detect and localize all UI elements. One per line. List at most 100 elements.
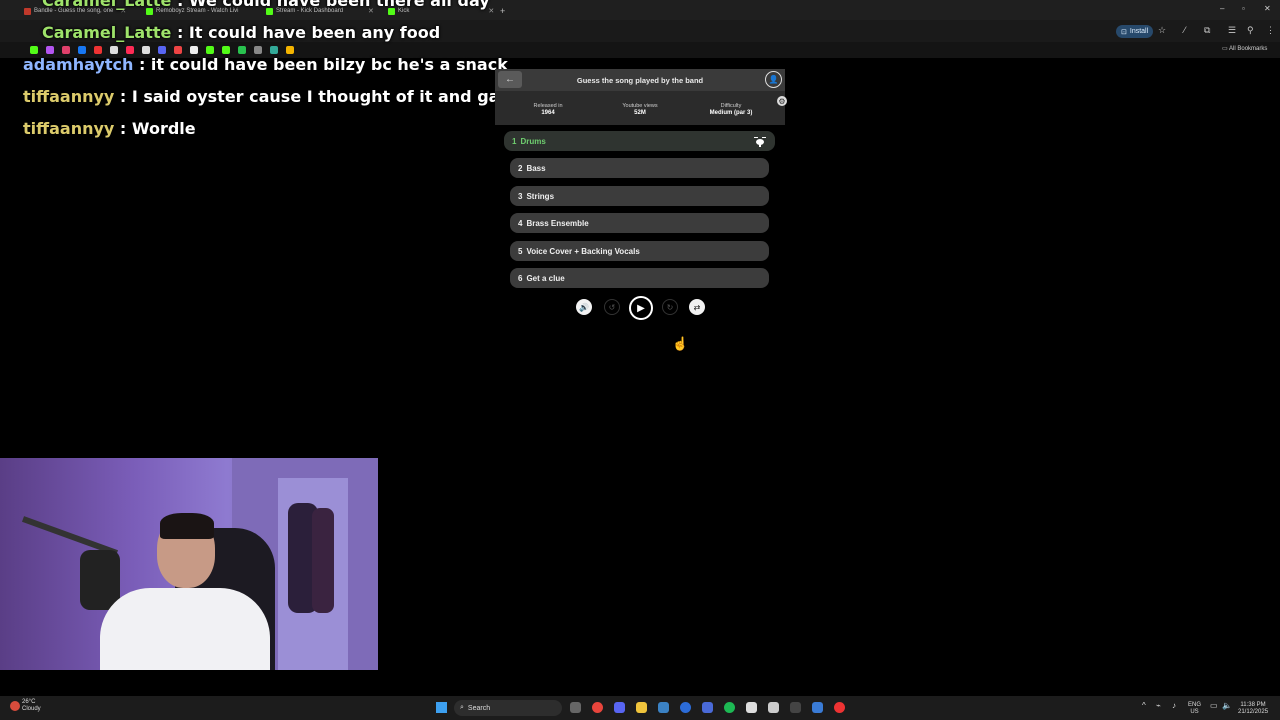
app-icon[interactable] xyxy=(834,702,845,713)
back-button[interactable]: ← xyxy=(498,71,522,88)
bookmark-sheets-icon[interactable] xyxy=(238,46,246,54)
webcam-coat xyxy=(312,508,334,613)
track-vocals[interactable]: 5 Voice Cover + Backing Vocals xyxy=(510,241,769,261)
track-drums[interactable]: 1 Drums xyxy=(504,131,775,151)
all-bookmarks[interactable]: ▭ All Bookmarks xyxy=(1222,45,1267,52)
drum-kit-icon xyxy=(754,137,766,147)
network-icon[interactable]: ▭ xyxy=(1210,702,1218,710)
close-window-icon[interactable]: ✕ xyxy=(1264,4,1271,13)
puzzle-icon[interactable]: ⧉ xyxy=(1204,25,1210,36)
edge-icon[interactable] xyxy=(680,702,691,713)
chat-username: Caramel_Latte xyxy=(42,23,172,42)
bookmark-red-icon[interactable] xyxy=(174,46,182,54)
track-bass[interactable]: 2 Bass xyxy=(510,158,769,178)
webcam-microphone xyxy=(80,550,120,610)
webcam-person-hair xyxy=(160,513,214,539)
track-label: Get a clue xyxy=(526,273,565,283)
system-clock[interactable]: 11:38 PM 21/12/2025 xyxy=(1238,702,1268,716)
bookmark-x-icon[interactable] xyxy=(110,46,118,54)
bookmark-kick-icon[interactable] xyxy=(30,46,38,54)
taskbar-search[interactable]: ⌕ Search xyxy=(454,700,562,716)
stat-label: Released in xyxy=(533,103,563,109)
stat-value: 1964 xyxy=(541,110,555,116)
chat-message: Caramel_Latte : It could have been any f… xyxy=(42,23,440,42)
install-button[interactable]: ⊡ Install xyxy=(1116,25,1154,38)
track-label: Strings xyxy=(526,191,555,201)
chat-username: Caramel_Latte xyxy=(42,0,172,10)
play-button-icon[interactable]: ▶ xyxy=(629,296,653,320)
extension-icon[interactable]: ⁄ xyxy=(1184,25,1186,35)
rewind-button-icon[interactable]: ↺ xyxy=(604,299,620,315)
stat-difficulty: Difficulty Medium (par 3) xyxy=(691,103,771,117)
chat-text: : Wordle xyxy=(114,119,196,138)
file-explorer-icon[interactable] xyxy=(636,702,647,713)
app-icon[interactable] xyxy=(768,702,779,713)
bandle-favicon-icon xyxy=(24,7,31,15)
weather-desc: Cloudy xyxy=(22,706,41,712)
track-strings[interactable]: 3 Strings xyxy=(510,186,769,206)
bookmark-youtube-icon[interactable] xyxy=(94,46,102,54)
app-icon[interactable] xyxy=(812,702,823,713)
forward-button-icon[interactable]: ↻ xyxy=(662,299,678,315)
settings-gear-icon[interactable]: ⚙ xyxy=(777,96,787,106)
tray-chevron-icon[interactable]: ^ xyxy=(1142,702,1146,710)
bookmark-kick-icon[interactable] xyxy=(206,46,214,54)
track-number: 4 xyxy=(518,218,523,228)
track-number: 3 xyxy=(518,191,523,201)
bookmark-green-icon[interactable] xyxy=(270,46,278,54)
bookmark-tiktok-icon[interactable] xyxy=(126,46,134,54)
game-title: Guess the song played by the band xyxy=(495,69,785,91)
all-bookmarks-label: All Bookmarks xyxy=(1229,46,1268,52)
task-view-icon[interactable] xyxy=(570,702,581,713)
chat-text: : It could have been any food xyxy=(171,23,441,42)
lang-bottom: US xyxy=(1190,709,1199,715)
bookmark-instagram-icon[interactable] xyxy=(62,46,70,54)
volume-button-icon[interactable]: 🔊 xyxy=(576,299,592,315)
bookmark-twitch-icon[interactable] xyxy=(46,46,54,54)
bookmark-kick-icon[interactable] xyxy=(222,46,230,54)
chrome-icon[interactable] xyxy=(592,702,603,713)
bandle-game-header: Guess the song played by the band ← 👤 Re… xyxy=(495,69,785,125)
profile-icon[interactable]: ⚲ xyxy=(1247,25,1254,36)
star-icon[interactable]: ☆ xyxy=(1158,25,1166,36)
new-tab-button[interactable]: + xyxy=(500,4,505,18)
obs-icon[interactable] xyxy=(746,702,757,713)
webcam-feed xyxy=(0,458,378,670)
stat-views: Youtube views 52M xyxy=(600,103,680,117)
clock-time: 11:38 PM xyxy=(1240,702,1266,708)
tray-app-icon[interactable]: ⌁ xyxy=(1156,702,1161,710)
bookmark-grid-icon[interactable] xyxy=(142,46,150,54)
maximize-icon[interactable]: ▫ xyxy=(1242,4,1245,13)
install-label: Install xyxy=(1129,28,1149,35)
tray-mic-icon[interactable]: ♪ xyxy=(1172,702,1176,710)
chat-username: tiffaannyy xyxy=(23,119,115,138)
webcam-person-body xyxy=(100,588,270,670)
vscode-icon[interactable] xyxy=(658,702,669,713)
bookmark-discord-icon[interactable] xyxy=(158,46,166,54)
more-options-icon[interactable]: ⋮ xyxy=(1266,25,1275,36)
track-brass[interactable]: 4 Brass Ensemble xyxy=(510,213,769,233)
new-tab-label: + xyxy=(500,6,506,16)
windows-start-icon[interactable] xyxy=(436,702,447,713)
language-indicator[interactable]: ENG US xyxy=(1188,702,1201,716)
stat-label: Youtube views xyxy=(622,103,658,109)
stat-label: Difficulty xyxy=(720,103,742,109)
install-icon: ⊡ xyxy=(1121,28,1127,36)
chat-username: adamhaytch xyxy=(23,55,134,74)
bookmark-gray-icon[interactable] xyxy=(254,46,262,54)
app-icon[interactable] xyxy=(702,702,713,713)
minimize-icon[interactable]: – xyxy=(1220,4,1224,13)
volume-icon[interactable]: 🔈 xyxy=(1222,702,1232,710)
chat-username: tiffaannyy xyxy=(23,87,115,106)
user-account-icon[interactable]: 👤 xyxy=(765,71,782,88)
weather-widget[interactable]: 26°C Cloudy xyxy=(10,699,41,713)
menu-icon[interactable]: ☰ xyxy=(1228,25,1236,36)
skip-button-icon[interactable]: ⇄ xyxy=(689,299,705,315)
bookmark-facebook-icon[interactable] xyxy=(78,46,86,54)
app-icon[interactable] xyxy=(790,702,801,713)
bookmark-drive-icon[interactable] xyxy=(286,46,294,54)
track-clue[interactable]: 6 Get a clue xyxy=(510,268,769,288)
discord-icon[interactable] xyxy=(614,702,625,713)
bookmark-white-icon[interactable] xyxy=(190,46,198,54)
spotify-icon[interactable] xyxy=(724,702,735,713)
